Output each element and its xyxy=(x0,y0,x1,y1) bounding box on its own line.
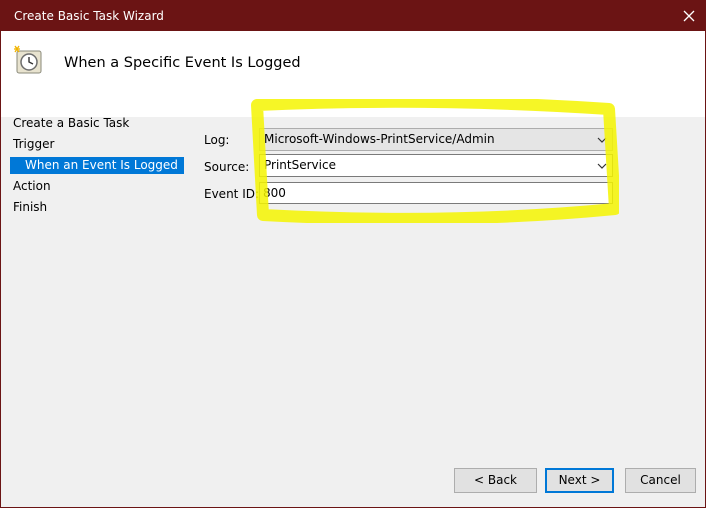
log-dropdown[interactable]: Microsoft-Windows-PrintService/Admin xyxy=(259,128,613,151)
event-id-label: Event ID: xyxy=(204,187,260,201)
title-bar[interactable]: Create Basic Task Wizard xyxy=(1,1,705,31)
step-trigger[interactable]: Trigger xyxy=(13,136,54,153)
wizard-body: Create a Basic Task Trigger When an Even… xyxy=(1,115,705,507)
source-value: PrintService xyxy=(264,158,336,172)
step-finish[interactable]: Finish xyxy=(13,199,47,216)
log-label: Log: xyxy=(204,133,230,147)
source-label: Source: xyxy=(204,160,250,174)
chevron-down-icon xyxy=(597,137,607,143)
back-button[interactable]: < Back xyxy=(454,468,537,493)
close-button[interactable] xyxy=(673,1,705,31)
cancel-button[interactable]: Cancel xyxy=(625,468,696,493)
step-create-basic-task[interactable]: Create a Basic Task xyxy=(13,115,129,132)
chevron-down-icon xyxy=(597,163,607,169)
step-action[interactable]: Action xyxy=(13,178,51,195)
close-icon xyxy=(683,10,695,22)
wizard-window: Create Basic Task Wizard When a Specific… xyxy=(0,0,706,508)
page-title: When a Specific Event Is Logged xyxy=(64,55,301,71)
log-value: Microsoft-Windows-PrintService/Admin xyxy=(264,132,495,146)
step-when-event-logged[interactable]: When an Event Is Logged xyxy=(10,157,184,174)
next-button[interactable]: Next > xyxy=(545,468,614,493)
source-dropdown[interactable]: PrintService xyxy=(259,154,613,177)
task-scheduler-clock-icon xyxy=(14,45,42,74)
window-title: Create Basic Task Wizard xyxy=(14,9,164,23)
wizard-header: When a Specific Event Is Logged xyxy=(1,31,705,117)
event-id-field[interactable] xyxy=(259,182,613,204)
event-id-input[interactable] xyxy=(260,183,612,203)
